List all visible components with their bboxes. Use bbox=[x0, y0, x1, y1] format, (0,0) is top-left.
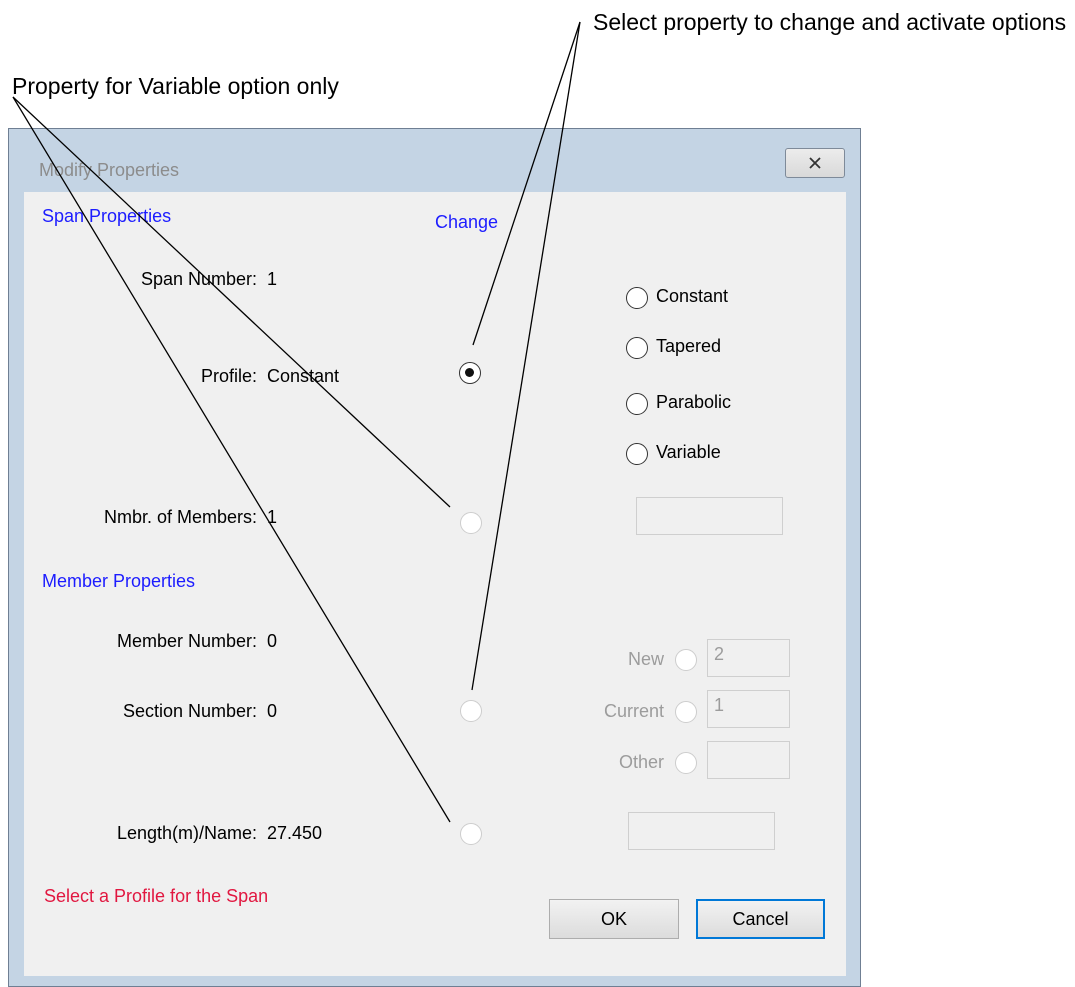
section-new-radio[interactable] bbox=[675, 649, 697, 671]
section-number-label: Section Number: bbox=[122, 701, 257, 721]
dialog-client-area: Span Properties Change Span Number: 1 Pr… bbox=[24, 192, 846, 976]
cancel-button[interactable]: Cancel bbox=[696, 899, 825, 939]
section-new-input[interactable]: 2 bbox=[707, 639, 790, 677]
close-icon bbox=[809, 157, 821, 169]
span-properties-heading: Span Properties bbox=[42, 206, 172, 226]
members-value: 1 bbox=[267, 507, 278, 527]
window-title: Modify Properties bbox=[39, 160, 180, 180]
span-number-value: 1 bbox=[267, 269, 278, 289]
ok-button[interactable]: OK bbox=[549, 899, 679, 939]
member-number-value: 0 bbox=[267, 631, 278, 651]
profile-variable-radio[interactable] bbox=[626, 443, 648, 465]
profile-label: Profile: bbox=[200, 366, 257, 386]
profile-option-parabolic: Parabolic bbox=[656, 392, 732, 412]
profile-constant-radio[interactable] bbox=[626, 287, 648, 309]
members-change-radio[interactable] bbox=[460, 512, 482, 534]
section-option-other-label: Other bbox=[618, 752, 664, 772]
status-message: Select a Profile for the Span bbox=[44, 886, 269, 906]
length-change-radio[interactable] bbox=[460, 823, 482, 845]
section-other-radio[interactable] bbox=[675, 752, 697, 774]
member-properties-heading: Member Properties bbox=[42, 571, 196, 591]
members-label: Nmbr. of Members: bbox=[103, 507, 257, 527]
length-input[interactable] bbox=[628, 812, 775, 850]
section-other-input[interactable] bbox=[707, 741, 790, 779]
callout-select-property: Select property to change and activate o… bbox=[593, 9, 1067, 35]
span-number-label: Span Number: bbox=[140, 269, 257, 289]
member-number-label: Member Number: bbox=[116, 631, 257, 651]
section-current-input[interactable]: 1 bbox=[707, 690, 790, 728]
members-input[interactable] bbox=[636, 497, 783, 535]
callout-variable-only: Property for Variable option only bbox=[12, 73, 339, 99]
profile-option-variable: Variable bbox=[656, 442, 721, 462]
section-option-current-label: Current bbox=[603, 701, 664, 721]
profile-value: Constant bbox=[267, 366, 340, 386]
section-current-radio[interactable] bbox=[675, 701, 697, 723]
change-heading: Change bbox=[435, 212, 499, 232]
section-change-radio[interactable] bbox=[460, 700, 482, 722]
profile-parabolic-radio[interactable] bbox=[626, 393, 648, 415]
profile-option-constant: Constant bbox=[656, 286, 729, 306]
close-button[interactable] bbox=[785, 148, 845, 178]
length-value: 27.450 bbox=[267, 823, 323, 843]
profile-tapered-radio[interactable] bbox=[626, 337, 648, 359]
modify-properties-dialog: Modify Properties Span Properties Change… bbox=[8, 128, 861, 987]
profile-change-radio[interactable] bbox=[459, 362, 481, 384]
length-label: Length(m)/Name: bbox=[116, 823, 257, 843]
section-option-new-label: New bbox=[627, 649, 664, 669]
profile-option-tapered: Tapered bbox=[656, 336, 722, 356]
section-number-value: 0 bbox=[267, 701, 278, 721]
